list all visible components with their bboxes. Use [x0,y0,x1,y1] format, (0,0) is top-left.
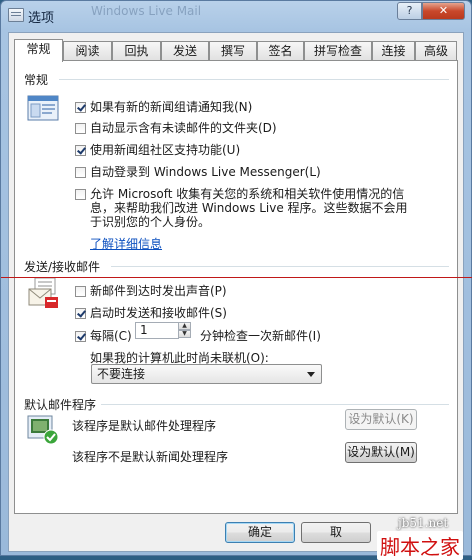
default-news-status: 该程序不是默认新闻处理程序 [72,450,229,464]
play-sound-checkbox[interactable] [75,286,86,297]
option-show-unread-folders[interactable]: 自动显示含有未读邮件的文件夹(D) [75,119,277,136]
newsgroup-window-icon [27,95,59,121]
annotation-red-line [1,277,472,278]
send-on-start-checkbox[interactable] [75,308,86,319]
ok-button[interactable]: 确定 [225,522,295,543]
help-button[interactable]: ? [397,2,422,20]
watermark-site: jb51.net [398,516,449,530]
newsgroup-community-checkbox[interactable] [75,145,86,156]
show-unread-folders-checkbox[interactable] [75,123,86,134]
send-receive-mail-icon [28,277,58,308]
notify-newsgroups-checkbox[interactable] [75,102,86,113]
tab-compose[interactable]: 撰写 [209,41,257,61]
set-default-mail-button[interactable]: 设为默认(K) [345,409,417,430]
tab-signatures[interactable]: 签名 [257,41,304,61]
option-notify-new-newsgroups[interactable]: 如果有新的新闻组请通知我(N) [75,98,252,115]
customer-experience-checkbox[interactable] [75,189,86,200]
tab-general[interactable]: 常规 [14,39,63,62]
options-dialog: 选项 Windows Live Mail ? ✕ 常规 阅读 回执 发送 撰写 … [0,0,472,560]
option-check-every[interactable]: 每隔(C) [75,327,132,344]
customer-experience-line-3: 于识别您的个人身份。 [90,215,211,229]
learn-more-link[interactable]: 了解详细信息 [90,235,162,252]
default-program-section-divider [101,404,449,405]
background-window-title: Windows Live Mail [91,4,202,18]
option-newsgroup-community[interactable]: 使用新闻组社区支持功能(U) [75,141,240,158]
default-program-icon [27,415,59,445]
auto-sign-in-messenger-checkbox[interactable] [75,167,86,178]
chevron-down-icon[interactable] [307,372,315,377]
dialog-client: 常规 阅读 回执 发送 撰写 签名 拼写检查 连接 高级 常规 如果有新的新闻组… [8,32,464,552]
check-interval-input[interactable]: 1 [135,322,179,339]
default-program-section-heading: 默认邮件程序 [24,396,101,413]
general-section-heading: 常规 [24,71,53,88]
window-app-icon [8,8,24,22]
cancel-button[interactable]: 取 [301,522,371,543]
general-section-divider [59,79,449,80]
title-bar[interactable]: 选项 Windows Live Mail ? ✕ [1,1,471,31]
tab-spelling[interactable]: 拼写检查 [304,41,372,61]
option-play-sound[interactable]: 新邮件到达时发出声音(P) [75,282,227,299]
option-auto-sign-in-messenger[interactable]: 自动登录到 Windows Live Messenger(L) [75,163,321,180]
interval-up-button[interactable]: ▲ [178,322,191,330]
send-receive-section-divider [111,266,449,267]
interval-down-button[interactable]: ▼ [178,330,191,338]
tab-strip: 常规 阅读 回执 发送 撰写 签名 拼写检查 连接 高级 [14,39,459,62]
close-button[interactable]: ✕ [422,2,465,20]
tab-advanced[interactable]: 高级 [415,41,457,61]
tab-read[interactable]: 阅读 [63,41,112,61]
check-every-checkbox[interactable] [75,331,86,342]
tab-receipts[interactable]: 回执 [112,41,161,61]
offline-connection-select[interactable]: 不要连接 [91,364,322,384]
window-title: 选项 [28,11,55,26]
tab-connection[interactable]: 连接 [372,41,415,61]
send-receive-section-heading: 发送/接收邮件 [24,258,105,275]
default-mail-status: 该程序是默认邮件处理程序 [72,419,217,433]
set-default-news-button[interactable]: 设为默认(M) [345,442,417,463]
tab-send[interactable]: 发送 [161,41,209,61]
check-interval-suffix: 分钟检查一次新邮件(I) [200,329,321,343]
option-send-on-start[interactable]: 启动时发送和接收邮件(S) [75,304,227,321]
